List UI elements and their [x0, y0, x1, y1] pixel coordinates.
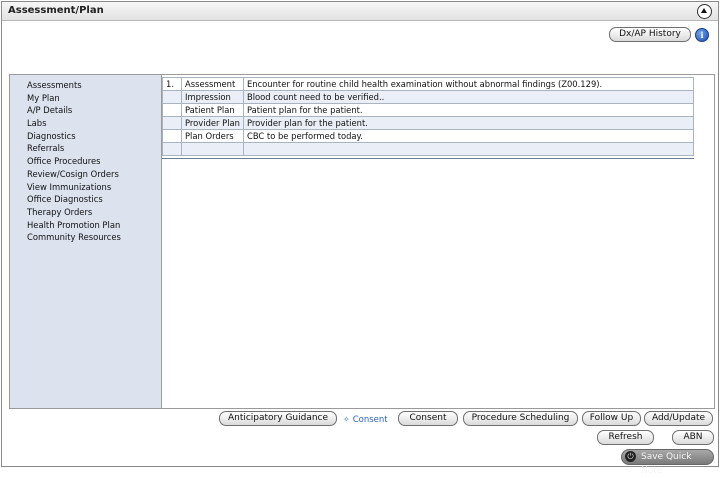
sidebar-item-community-resources[interactable]: Community Resources	[10, 231, 161, 244]
sidebar-item-review-cosign-orders[interactable]: Review/Cosign Orders	[10, 168, 161, 181]
sidebar-item-labs[interactable]: Labs	[10, 117, 161, 130]
item-number-cell	[162, 129, 182, 143]
row-text-empty[interactable]	[242, 142, 695, 156]
item-number-cell	[162, 116, 182, 130]
assessment-plan-panel: Assessment/Plan Dx/AP History i Assessme…	[1, 1, 719, 476]
sparkle-icon: ✧	[343, 415, 350, 424]
row-type: Assessment	[181, 77, 244, 91]
anticipatory-guidance-button[interactable]: Anticipatory Guidance	[219, 411, 337, 426]
sidebar-item-therapy-orders[interactable]: Therapy Orders	[10, 206, 161, 219]
save-quick-note-label: Save Quick Note	[641, 452, 692, 476]
row-text[interactable]: Provider plan for the patient.	[242, 116, 695, 130]
info-icon[interactable]: i	[695, 28, 709, 42]
sidebar-item-view-immunizations[interactable]: View Immunizations	[10, 181, 161, 194]
refresh-button[interactable]: Refresh	[597, 430, 654, 445]
table-row[interactable]: Patient Plan Patient plan for the patien…	[162, 103, 695, 117]
sidebar-item-referrals[interactable]: Referrals	[10, 142, 161, 155]
panel-title: Assessment/Plan	[8, 5, 104, 16]
table-row-empty[interactable]	[162, 142, 695, 156]
item-number-cell	[162, 90, 182, 104]
panel-header: Assessment/Plan	[2, 2, 718, 21]
sidebar: Assessments My Plan A/P Details Labs Dia…	[10, 75, 162, 408]
row-type: Provider Plan	[181, 116, 244, 130]
sidebar-item-assessments[interactable]: Assessments	[10, 79, 161, 92]
row-type: Plan Orders	[181, 129, 244, 143]
consent-button[interactable]: Consent	[398, 411, 458, 426]
save-quick-note-button[interactable]: ⏻ Save Quick Note	[621, 449, 714, 476]
consent-link[interactable]: ✧ Consent	[343, 415, 388, 425]
item-number-cell	[162, 103, 182, 117]
row-type-empty	[181, 142, 244, 156]
row-text[interactable]: Patient plan for the patient.	[242, 103, 695, 117]
table-row[interactable]: Provider Plan Provider plan for the pati…	[162, 116, 695, 130]
plan-main-area: 1. Assessment Encounter for routine chil…	[162, 75, 714, 408]
procedure-scheduling-button[interactable]: Procedure Scheduling	[463, 411, 578, 426]
table-row[interactable]: 1. Assessment Encounter for routine chil…	[162, 77, 695, 91]
follow-up-button[interactable]: Follow Up	[582, 411, 641, 426]
row-text[interactable]: Blood count need to be verified..	[242, 90, 695, 104]
sidebar-item-my-plan[interactable]: My Plan	[10, 92, 161, 105]
table-bottom-border	[162, 158, 694, 159]
abn-button[interactable]: ABN	[672, 430, 714, 445]
assessment-plan-table: 1. Assessment Encounter for routine chil…	[162, 77, 695, 156]
power-icon: ⏻	[625, 451, 636, 462]
consent-link-label: Consent	[352, 415, 388, 425]
sidebar-item-diagnostics[interactable]: Diagnostics	[10, 130, 161, 143]
content-area: Assessments My Plan A/P Details Labs Dia…	[9, 74, 715, 409]
row-text[interactable]: CBC to be performed today.	[242, 129, 695, 143]
dx-ap-history-button[interactable]: Dx/AP History	[609, 27, 691, 42]
collapse-chevron-up-icon[interactable]	[697, 4, 712, 19]
sidebar-item-office-procedures[interactable]: Office Procedures	[10, 155, 161, 168]
item-number: 1.	[162, 77, 182, 91]
sidebar-item-office-diagnostics[interactable]: Office Diagnostics	[10, 193, 161, 206]
sidebar-item-health-promotion-plan[interactable]: Health Promotion Plan	[10, 219, 161, 232]
sidebar-item-ap-details[interactable]: A/P Details	[10, 104, 161, 117]
table-row[interactable]: Impression Blood count need to be verifi…	[162, 90, 695, 104]
add-update-button[interactable]: Add/Update	[644, 411, 713, 426]
table-row[interactable]: Plan Orders CBC to be performed today.	[162, 129, 695, 143]
row-type: Impression	[181, 90, 244, 104]
row-type: Patient Plan	[181, 103, 244, 117]
item-number-cell	[162, 142, 182, 156]
row-text[interactable]: Encounter for routine child health exami…	[242, 77, 695, 91]
